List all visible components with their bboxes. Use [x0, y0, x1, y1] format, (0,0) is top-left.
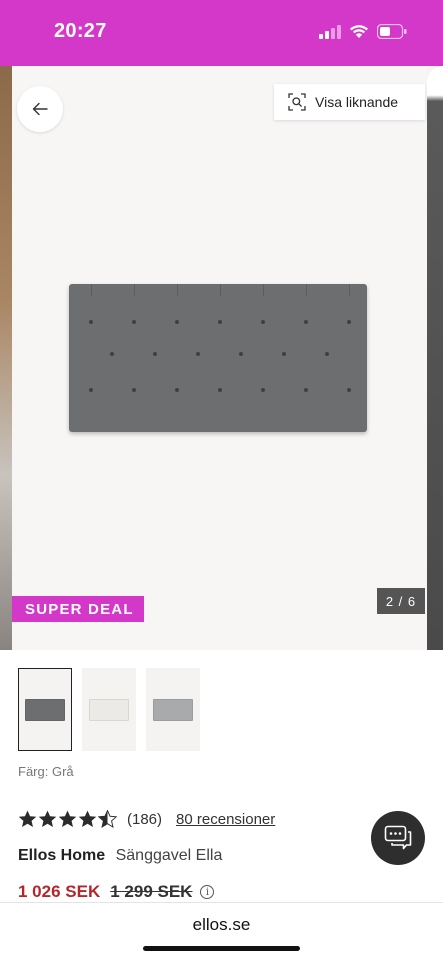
- color-label: Färg: Grå: [18, 764, 74, 779]
- headboard-tuft: [196, 352, 200, 356]
- browser-bottom-bar: ellos.se: [0, 902, 443, 960]
- headboard-tuft: [89, 320, 93, 324]
- headboard-tuft: [347, 320, 351, 324]
- headboard-photo: [69, 284, 367, 432]
- headboard-tuft: [218, 388, 222, 392]
- thumbnail-light-grey[interactable]: [146, 668, 200, 751]
- headboard-tuft: [347, 388, 351, 392]
- thumbnail-grey[interactable]: [18, 668, 72, 751]
- star-icon: [38, 810, 57, 827]
- thumbnail-swatch: [153, 698, 193, 721]
- headboard-seam: [349, 284, 350, 296]
- original-price: 1 299 SEK: [110, 882, 193, 901]
- status-icons: [319, 24, 407, 39]
- headboard-tuft: [261, 388, 265, 392]
- headboard-seam: [177, 284, 178, 296]
- headboard-seam: [263, 284, 264, 296]
- home-indicator[interactable]: [143, 946, 300, 951]
- cellular-signal-icon: [319, 24, 341, 39]
- star-rating: [18, 810, 117, 828]
- headboard-seam: [306, 284, 307, 296]
- headboard-seam: [91, 284, 92, 296]
- battery-icon: [377, 24, 407, 39]
- thumbnail-swatch: [25, 698, 65, 721]
- status-time: 20:27: [54, 20, 107, 42]
- headboard-tuft: [325, 352, 329, 356]
- half-star-icon: [98, 810, 117, 828]
- arrow-left-icon: [32, 102, 48, 116]
- headboard-tuft: [153, 352, 157, 356]
- brand-name[interactable]: Ellos Home: [18, 847, 105, 864]
- price-row: 1 026 SEK 1 299 SEK i: [18, 882, 215, 902]
- product-title: Ellos Home Sänggavel Ella: [18, 847, 222, 865]
- star-icon: [78, 810, 97, 827]
- headboard-tuft: [89, 388, 93, 392]
- headboard-tuft: [132, 388, 136, 392]
- status-bar: 20:27: [0, 0, 443, 66]
- next-image-peek[interactable]: [427, 66, 443, 650]
- headboard-tuft: [282, 352, 286, 356]
- visual-search-icon: [288, 93, 306, 111]
- show-similar-button[interactable]: Visa liknande: [274, 84, 425, 120]
- star-icon: [58, 810, 77, 827]
- back-button[interactable]: [17, 86, 63, 132]
- headboard-tuft: [304, 388, 308, 392]
- chat-button[interactable]: [371, 811, 425, 865]
- product-image-carousel[interactable]: SUPER DEAL Visa liknande 2 / 6: [0, 66, 443, 650]
- headboard-tuft: [132, 320, 136, 324]
- headboard-tuft: [218, 320, 222, 324]
- show-similar-label: Visa liknande: [315, 94, 399, 110]
- thumbnail-white[interactable]: [82, 668, 136, 751]
- headboard-tuft: [239, 352, 243, 356]
- reviews-link[interactable]: 80 recensioner: [176, 811, 275, 828]
- product-image[interactable]: SUPER DEAL: [12, 66, 427, 650]
- image-counter: 2 / 6: [377, 588, 425, 614]
- headboard-tuft: [110, 352, 114, 356]
- headboard-tuft: [261, 320, 265, 324]
- previous-image-peek[interactable]: [0, 66, 12, 650]
- star-icon: [18, 810, 37, 827]
- rating-count: (186): [127, 810, 163, 828]
- headboard-tuft: [304, 320, 308, 324]
- address-bar[interactable]: ellos.se: [0, 915, 443, 935]
- rating-row: (186) 80 recensioner: [18, 810, 275, 828]
- thumbnail-swatch: [89, 698, 129, 721]
- headboard-tuft: [175, 388, 179, 392]
- product-name: Sänggavel Ella: [115, 847, 223, 864]
- super-deal-badge: SUPER DEAL: [12, 596, 144, 622]
- chat-bubble-icon: [384, 825, 412, 850]
- current-price: 1 026 SEK: [18, 882, 101, 901]
- headboard-tuft: [175, 320, 179, 324]
- wifi-icon: [350, 25, 368, 38]
- headboard-seam: [134, 284, 135, 296]
- headboard-seam: [220, 284, 221, 296]
- thumbnail-strip: [18, 668, 200, 751]
- info-icon[interactable]: i: [200, 885, 215, 899]
